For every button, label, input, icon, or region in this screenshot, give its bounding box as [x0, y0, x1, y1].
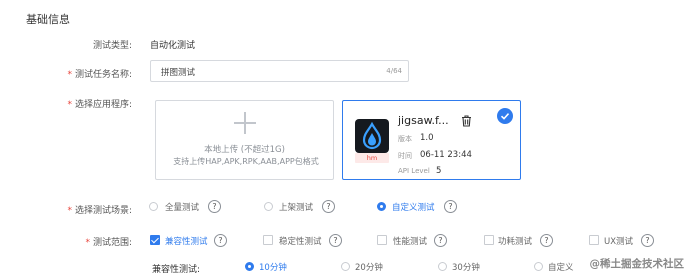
- scope-checkbox-ux[interactable]: [589, 235, 599, 245]
- time-label: 时间: [398, 152, 412, 160]
- scene-option-release[interactable]: 上架测试: [279, 201, 313, 213]
- version-label: 版本: [398, 135, 412, 143]
- help-icon[interactable]: ?: [214, 234, 227, 247]
- scope-option-compat[interactable]: 兼容性测试: [165, 235, 208, 247]
- scope-checkbox-power[interactable]: [484, 235, 494, 245]
- help-icon[interactable]: ?: [329, 234, 342, 247]
- compat-option-30[interactable]: 30分钟: [452, 261, 480, 273]
- scene-radio-custom[interactable]: [377, 202, 386, 211]
- scene-option-custom[interactable]: 自定义测试: [392, 201, 435, 213]
- compat-option-10[interactable]: 10分钟: [259, 261, 287, 273]
- help-icon[interactable]: ?: [434, 234, 447, 247]
- watermark: @稀土掘金技术社区: [589, 258, 685, 270]
- time-value: 06-11 23:44: [420, 150, 472, 160]
- help-icon[interactable]: ?: [208, 200, 221, 213]
- help-icon[interactable]: ?: [641, 234, 654, 247]
- task-name-label: * 测试任务名称:: [67, 70, 132, 80]
- compat-option-20[interactable]: 20分钟: [355, 261, 383, 273]
- upload-hint: 本地上传 (不超过1G): [204, 145, 285, 155]
- compat-radio-30[interactable]: [438, 262, 447, 271]
- scope-label: * 测试范围:: [85, 238, 132, 248]
- char-counter: 4/64: [386, 67, 402, 75]
- app-icon: [355, 119, 389, 153]
- selected-check-icon: [497, 108, 513, 124]
- app-select-label: * 选择应用程序:: [67, 100, 132, 110]
- api-value: 5: [436, 166, 442, 176]
- version-value: 1.0: [420, 133, 434, 143]
- scope-option-stability[interactable]: 稳定性测试: [279, 235, 322, 247]
- help-icon[interactable]: ?: [322, 200, 335, 213]
- compat-label: 兼容性测试:: [152, 265, 201, 275]
- section-title: 基础信息: [26, 13, 70, 26]
- upload-area[interactable]: 本地上传 (不超过1G) 支持上传HAP,APK,RPK,AAB,APP包格式: [155, 100, 334, 180]
- scope-option-ux[interactable]: UX测试: [604, 235, 633, 247]
- platform-badge: hm: [355, 153, 389, 163]
- scene-label: * 选择测试场景:: [67, 206, 132, 216]
- task-name-input[interactable]: 拼图测试 4/64: [150, 60, 409, 82]
- compat-radio-custom[interactable]: [534, 262, 543, 271]
- app-name: jigsaw.f...: [398, 114, 449, 127]
- compat-option-custom[interactable]: 自定义: [548, 261, 574, 273]
- plus-icon: [234, 112, 256, 134]
- help-icon[interactable]: ?: [444, 200, 457, 213]
- scope-checkbox-performance[interactable]: [377, 235, 387, 245]
- scene-radio-release[interactable]: [264, 202, 273, 211]
- test-type-label: 测试类型:: [92, 41, 132, 51]
- compat-radio-20[interactable]: [341, 262, 350, 271]
- task-name-value: 拼图测试: [161, 68, 196, 78]
- trash-icon[interactable]: [461, 115, 472, 127]
- scene-radio-full[interactable]: [149, 202, 158, 211]
- app-card[interactable]: hm jigsaw.f... 版本 1.0 时间 06-11 23:44 API…: [342, 100, 521, 180]
- help-icon[interactable]: ?: [540, 234, 553, 247]
- scene-option-full[interactable]: 全量测试: [165, 201, 199, 213]
- scope-checkbox-stability[interactable]: [263, 235, 273, 245]
- upload-formats: 支持上传HAP,APK,RPK,AAB,APP包格式: [173, 157, 319, 166]
- compat-radio-10[interactable]: [245, 262, 254, 271]
- scope-option-performance[interactable]: 性能测试: [393, 235, 427, 247]
- scope-option-power[interactable]: 功耗测试: [498, 235, 532, 247]
- scope-checkbox-compat[interactable]: [150, 235, 160, 245]
- test-type-value: 自动化测试: [150, 41, 196, 51]
- api-label: API Level: [398, 167, 430, 175]
